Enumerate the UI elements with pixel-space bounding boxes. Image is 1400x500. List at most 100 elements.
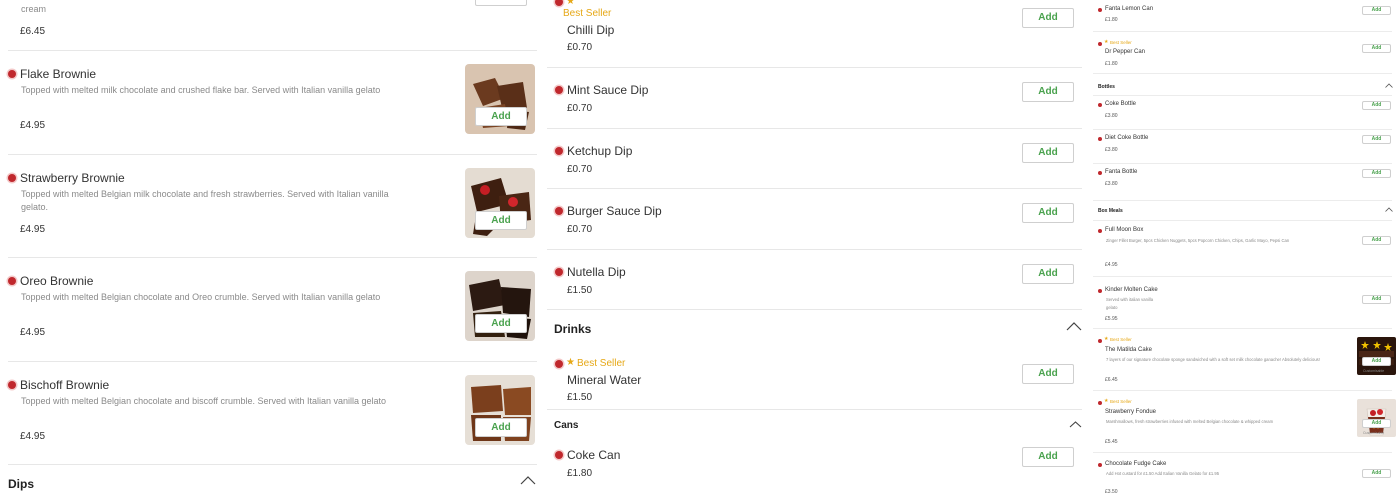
menu-column-middle: ★ Best Seller Chilli Dip £0.70 Add Mint …	[547, 0, 1090, 500]
menu-item-mineral-water[interactable]: ★ Best Seller Mineral Water £1.50 Add	[547, 348, 1082, 410]
add-button[interactable]: Add	[1022, 8, 1074, 28]
add-button[interactable]: Add	[1022, 447, 1074, 467]
menu-item-ketchup-dip[interactable]: Ketchup Dip £0.70 Add	[547, 129, 1082, 189]
menu-item-chocolate-fudge-cake[interactable]: Chocolate Fudge Cake Add Hot custard for…	[1093, 453, 1392, 500]
add-button[interactable]: Add	[475, 314, 527, 333]
item-price: £3.50	[1105, 489, 1118, 495]
non-veg-dot-icon	[1098, 289, 1102, 293]
menu-item-bischoff-brownie[interactable]: Bischoff Brownie Topped with melted Belg…	[8, 362, 537, 465]
best-seller-badge: Best Seller	[1110, 337, 1132, 342]
menu-item-oreo-brownie[interactable]: Oreo Brownie Topped with melted Belgian …	[8, 258, 537, 362]
non-veg-dot-icon	[555, 360, 563, 368]
add-button[interactable]: Add	[475, 107, 527, 126]
item-price: £0.70	[567, 42, 593, 53]
add-button[interactable]	[475, 0, 527, 6]
item-price: £1.50	[567, 284, 593, 296]
star-icon: ★	[1104, 39, 1109, 45]
item-name: Full Moon Box	[1105, 227, 1144, 233]
non-veg-dot-icon	[1098, 401, 1102, 405]
item-price: £1.50	[567, 392, 593, 403]
add-button[interactable]: Add	[1022, 364, 1074, 384]
non-veg-dot-icon	[1098, 103, 1102, 107]
item-price: £4.95	[1105, 262, 1118, 268]
menu-item-strawberry-brownie[interactable]: Strawberry Brownie Topped with melted Be…	[8, 155, 537, 258]
add-button[interactable]: Add	[1362, 236, 1391, 245]
chevron-up-icon[interactable]	[1066, 322, 1082, 331]
add-button[interactable]: Add	[1362, 357, 1391, 366]
item-name: Burger Sauce Dip	[567, 204, 662, 218]
item-description: Served with italian vanilla gelato	[1106, 297, 1154, 310]
item-description: 7 layers of our signature chocolate spon…	[1106, 357, 1320, 362]
menu-column-left: cream £6.45 Flake Brownie Topped with me…	[0, 0, 545, 500]
add-button[interactable]: Add	[1362, 6, 1391, 15]
non-veg-dot-icon	[1098, 463, 1102, 467]
menu-item-chilli-dip[interactable]: ★ Best Seller Chilli Dip £0.70 Add	[547, 0, 1082, 68]
add-button[interactable]: Add	[1362, 135, 1391, 144]
section-header-drinks[interactable]: Drinks	[547, 310, 1082, 348]
add-button[interactable]: Add	[1022, 263, 1074, 284]
section-title: Box Meals	[1098, 208, 1123, 214]
menu-item-the-matilda-cake[interactable]: ★ Best Seller The Matilda Cake 7 layers …	[1093, 329, 1396, 391]
section-header-bottles[interactable]: Bottles	[1093, 74, 1393, 96]
non-veg-dot-icon	[555, 451, 563, 459]
menu-item-strawberry-fondue[interactable]: ★ Best Seller Strawberry Fondue Marshmal…	[1093, 391, 1396, 453]
item-name: Kinder Molten Cake	[1105, 287, 1158, 293]
chevron-up-icon[interactable]	[1385, 83, 1393, 88]
section-title: Drinks	[554, 322, 592, 336]
add-button[interactable]: Add	[1362, 419, 1391, 428]
menu-item-fanta-lemon-can[interactable]: Fanta Lemon Can £1.80 Add	[1093, 0, 1392, 32]
section-header-dips[interactable]: Dips	[8, 465, 537, 500]
item-name: Chocolate Fudge Cake	[1105, 461, 1167, 467]
add-button[interactable]: Add	[1022, 203, 1074, 223]
add-button[interactable]: Add	[1022, 142, 1074, 163]
non-veg-dot-icon	[8, 70, 16, 78]
item-name: Coke Bottle	[1105, 101, 1137, 107]
add-button[interactable]: Add	[1362, 101, 1391, 110]
section-header-cans[interactable]: Cans	[547, 410, 1082, 442]
menu-item-kinder-molten-cake[interactable]: Kinder Molten Cake Served with italian v…	[1093, 277, 1392, 329]
item-price: £0.70	[567, 224, 593, 235]
section-title: Cans	[554, 420, 579, 431]
add-button[interactable]: Add	[1022, 82, 1074, 102]
item-name: Chilli Dip	[567, 23, 615, 37]
non-veg-dot-icon	[555, 0, 563, 6]
menu-item-flake-brownie[interactable]: Flake Brownie Topped with melted milk ch…	[8, 51, 537, 155]
star-icon: ★	[1104, 336, 1109, 342]
chevron-up-icon[interactable]	[1069, 421, 1082, 428]
item-description: Topped with melted milk chocolate and cr…	[21, 85, 381, 95]
item-description: Marshmallows, fresh strawberries infused…	[1106, 419, 1274, 424]
menu-item-full-moon-box[interactable]: Full Moon Box Zinger Fillet Burger, 5pcs…	[1093, 221, 1392, 277]
item-description: Topped with melted Belgian chocolate and…	[21, 395, 387, 406]
section-header-box-meals[interactable]: Box Meals	[1093, 201, 1393, 221]
add-button[interactable]: Add	[1362, 169, 1391, 178]
add-button[interactable]: Add	[1362, 469, 1391, 478]
chevron-up-icon[interactable]	[1385, 207, 1393, 212]
item-name: The Matilda Cake	[1105, 347, 1153, 353]
item-price: £3.80	[1105, 113, 1118, 119]
menu-column-right: Fanta Lemon Can £1.80 Add ★ Best Seller …	[1093, 0, 1400, 500]
best-seller-badge: Best Seller	[563, 8, 612, 19]
add-button[interactable]: Add	[475, 210, 527, 230]
non-veg-dot-icon	[555, 267, 563, 276]
add-button[interactable]: Add	[1362, 44, 1391, 53]
add-button[interactable]: Add	[1362, 295, 1391, 304]
menu-item-fanta-bottle[interactable]: Fanta Bottle £3.80 Add	[1093, 164, 1392, 201]
item-name: Flake Brownie	[20, 67, 97, 81]
menu-item-mint-sauce-dip[interactable]: Mint Sauce Dip £0.70 Add	[547, 68, 1082, 129]
item-name: Bischoff Brownie	[20, 377, 110, 392]
item-price: £4.95	[20, 120, 46, 131]
customisable-label: Customisable	[1363, 369, 1385, 373]
non-veg-dot-icon	[1098, 339, 1102, 343]
menu-item-dr-pepper-can[interactable]: ★ Best Seller Dr Pepper Can £1.80 Add	[1093, 32, 1392, 74]
add-button[interactable]: Add	[475, 417, 527, 437]
menu-item-diet-coke-bottle[interactable]: Diet Coke Bottle £3.80 Add	[1093, 130, 1392, 164]
non-veg-dot-icon	[1098, 42, 1102, 46]
menu-item-coke-can[interactable]: Coke Can £1.80 Add	[547, 442, 1082, 500]
item-name: Mineral Water	[567, 373, 642, 387]
item-description: cream	[21, 4, 47, 14]
menu-item-coke-bottle[interactable]: Coke Bottle £3.80 Add	[1093, 96, 1392, 130]
chevron-up-icon[interactable]	[520, 476, 536, 485]
item-name: Mint Sauce Dip	[567, 83, 649, 97]
menu-item-nutella-dip[interactable]: Nutella Dip £1.50 Add	[547, 250, 1082, 310]
menu-item-burger-sauce-dip[interactable]: Burger Sauce Dip £0.70 Add	[547, 189, 1082, 250]
